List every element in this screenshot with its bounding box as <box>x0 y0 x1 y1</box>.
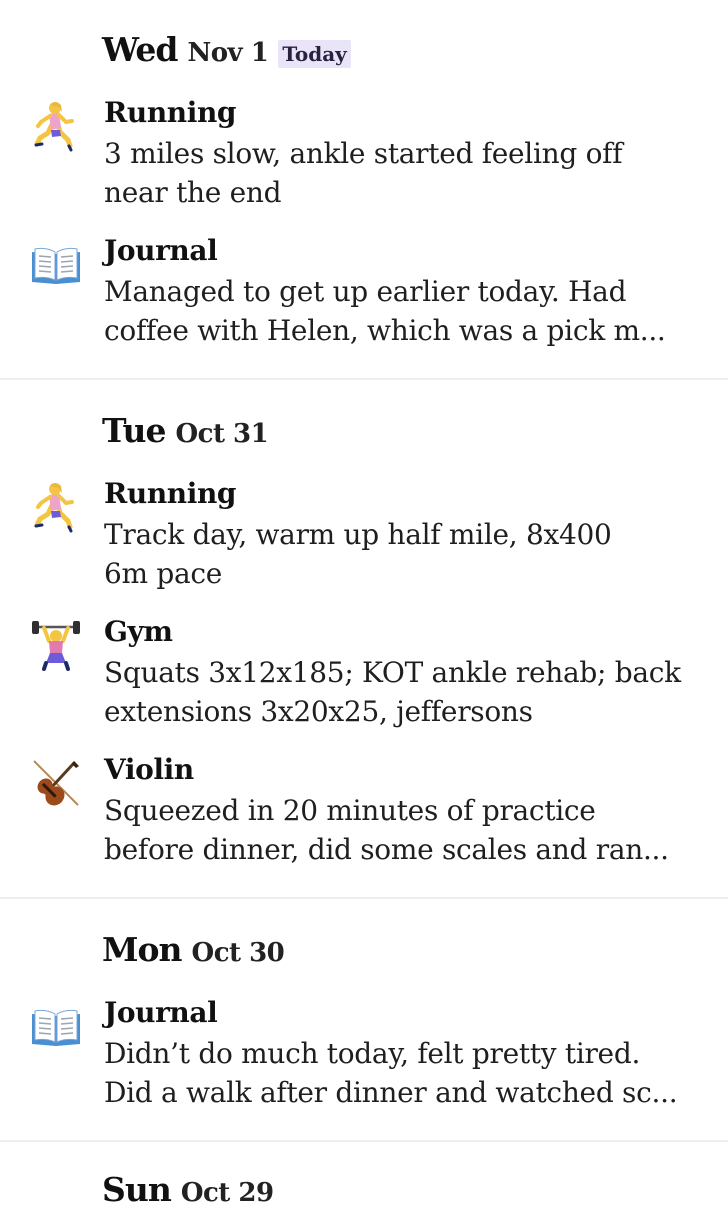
day-header: Sun Oct 29 <box>102 1170 274 1210</box>
day-date: Nov 1 <box>187 38 269 68</box>
entry-body-line: Didn’t do much today, felt pretty tired. <box>104 1037 641 1070</box>
entry-body-line: 6m pace <box>104 557 223 590</box>
entry-body-line: near the end <box>104 176 282 209</box>
entry-body-line: 3 miles slow, ankle started feeling off <box>104 137 623 170</box>
entry-body-line: extensions 3x20x25, jeffersons <box>104 695 533 728</box>
activity-feed: Wed Nov 1 Today Running 3 miles slow, an… <box>0 0 728 1209</box>
day-of-week: Mon <box>102 930 183 969</box>
entry-body: Squats 3x12x185; KOT ankle rehab; back e… <box>104 653 694 731</box>
day-header: Mon Oct 30 <box>102 930 285 970</box>
section-divider <box>0 897 728 899</box>
weightlifting-icon <box>30 619 82 671</box>
day-of-week: Tue <box>102 411 167 450</box>
day-of-week: Wed <box>102 30 178 69</box>
section-divider <box>0 378 728 380</box>
entry-title: Running <box>104 96 237 129</box>
entry-body-line: Squats 3x12x185; KOT ankle rehab; back <box>104 656 681 689</box>
running-icon <box>30 100 82 152</box>
day-header: Wed Nov 1 Today <box>102 30 351 70</box>
day-date: Oct 29 <box>180 1178 274 1208</box>
day-date: Oct 30 <box>191 938 285 968</box>
entry-body-line: Managed to get up earlier today. Had <box>104 275 627 308</box>
book-icon <box>30 238 82 290</box>
entry-body: Track day, warm up half mile, 8x400 6m p… <box>104 515 694 593</box>
day-date: Oct 31 <box>175 419 269 449</box>
entry-title: Journal <box>104 996 218 1029</box>
today-badge: Today <box>278 40 351 68</box>
violin-icon <box>30 757 82 809</box>
entry-body-line: Did a walk after dinner and watched sc..… <box>104 1076 678 1109</box>
entry-title: Gym <box>104 615 173 648</box>
day-header: Tue Oct 31 <box>102 411 269 451</box>
book-icon <box>30 1000 82 1052</box>
entry-title: Violin <box>104 753 194 786</box>
entry-body: Managed to get up earlier today. Had cof… <box>104 272 694 350</box>
entry-title: Journal <box>104 234 218 267</box>
entry-body-line: Squeezed in 20 minutes of practice <box>104 794 596 827</box>
section-divider <box>0 1140 728 1142</box>
entry-body-line: Track day, warm up half mile, 8x400 <box>104 518 612 551</box>
entry-body: Squeezed in 20 minutes of practice befor… <box>104 791 694 869</box>
entry-body-line: coffee with Helen, which was a pick m... <box>104 314 666 347</box>
day-of-week: Sun <box>102 1170 172 1209</box>
entry-body-line: before dinner, did some scales and ran..… <box>104 833 669 866</box>
running-icon <box>30 481 82 533</box>
entry-title: Running <box>104 477 237 510</box>
entry-body: 3 miles slow, ankle started feeling off … <box>104 134 694 212</box>
entry-body: Didn’t do much today, felt pretty tired.… <box>104 1034 694 1112</box>
